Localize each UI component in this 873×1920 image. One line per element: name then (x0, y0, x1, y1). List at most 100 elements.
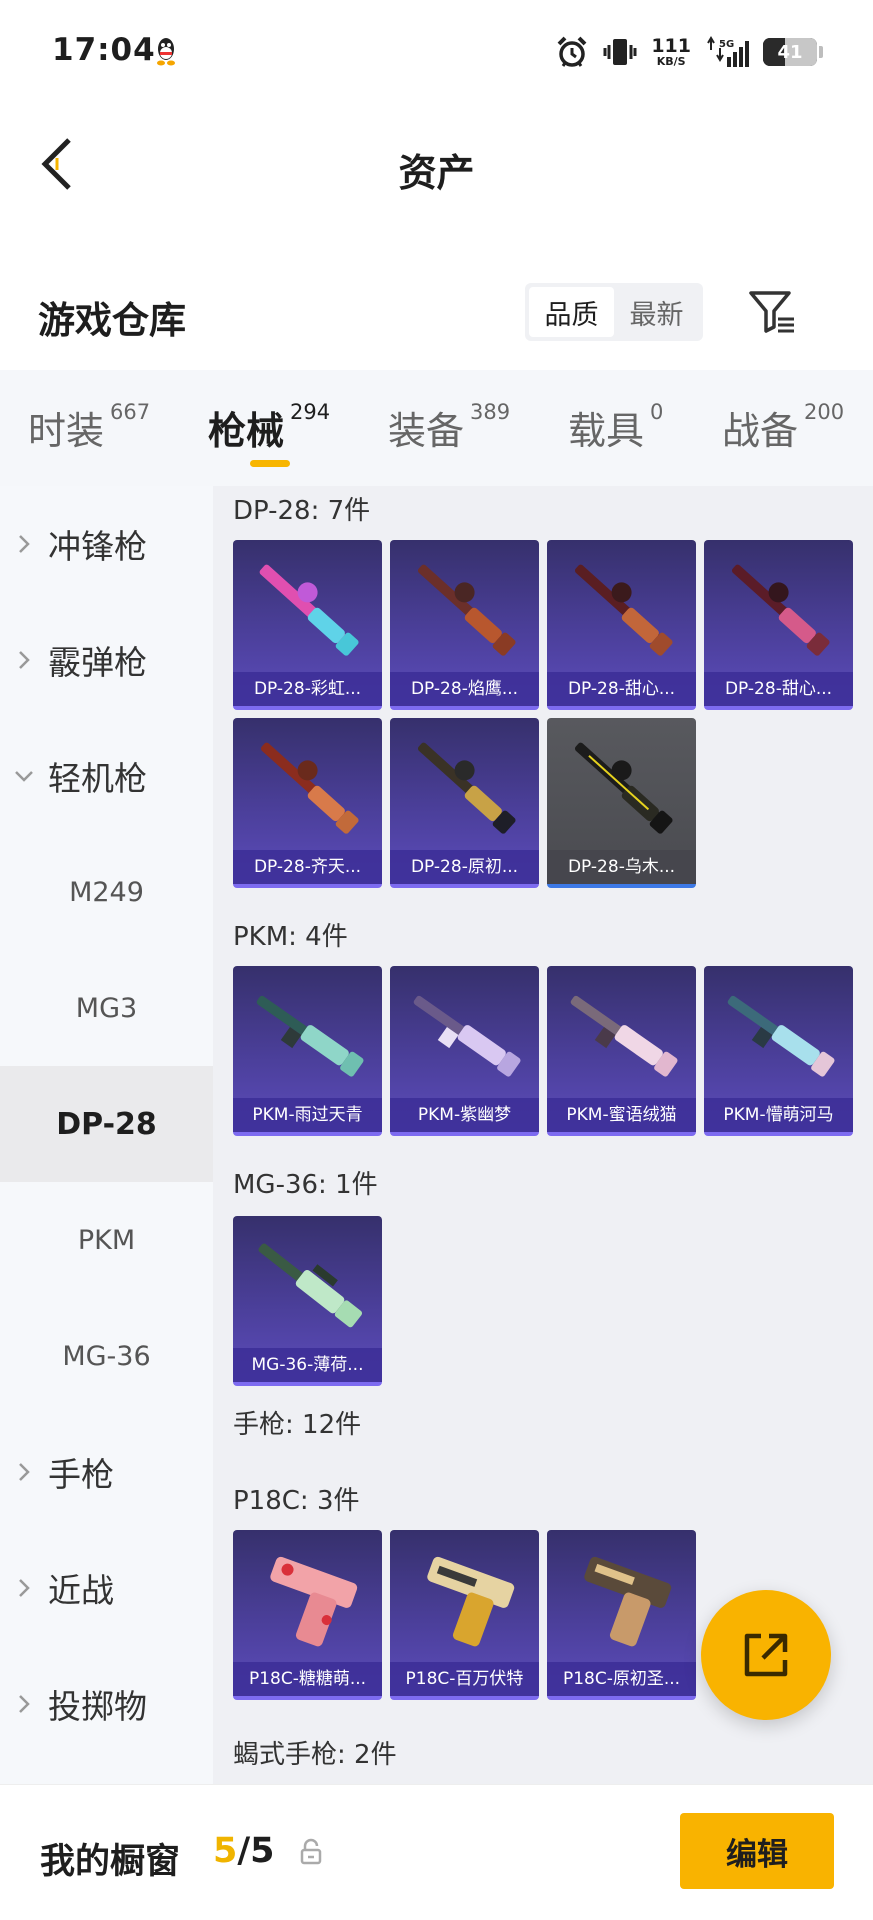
sidebar-item-label: PKM (77, 1224, 136, 1256)
group-label-dp28: DP-28: 7件 (233, 496, 371, 526)
item-card[interactable]: DP-28-乌木... (547, 718, 696, 888)
showcase-count: 5/5 (213, 1831, 275, 1871)
item-card[interactable]: P18C-糖糖萌... (233, 1530, 382, 1700)
item-card[interactable]: DP-28-原初... (390, 718, 539, 888)
pistol-skin-image (427, 1556, 515, 1647)
sidebar-item-label: 手枪 (48, 1455, 114, 1494)
sidebar-subitem-pkm[interactable]: PKM (0, 1182, 213, 1298)
sidebar-item-label: M249 (69, 876, 144, 908)
item-name: MG-36-薄荷... (233, 1348, 382, 1382)
chevron-down-icon (15, 771, 33, 782)
sidebar-item-smg[interactable]: 冲锋枪 (0, 486, 213, 602)
tab-count: 294 (290, 400, 331, 424)
sidebar-item-label: 近战 (48, 1571, 114, 1610)
tab-count: 667 (110, 400, 151, 424)
item-name: DP-28-甜心... (704, 672, 853, 706)
item-name: DP-28-乌木... (547, 850, 696, 884)
item-card[interactable]: PKM-雨过天青 (233, 966, 382, 1136)
showcase-current: 5 (213, 1831, 238, 1871)
group-label-pistol: 手枪: 12件 (233, 1410, 362, 1440)
group-label-p18c: P18C: 3件 (233, 1486, 360, 1516)
tab-vehicles[interactable]: 载具 0 (568, 400, 663, 455)
sidebar-item-label: 投掷物 (48, 1687, 147, 1726)
item-card[interactable]: DP-28-焰鹰... (390, 540, 539, 710)
tab-fashion[interactable]: 时装 667 (28, 400, 150, 455)
page-title: 资产 (398, 151, 475, 195)
item-name: DP-28-原初... (390, 850, 539, 884)
tab-label: 战备 (722, 409, 799, 453)
qq-icon (157, 38, 175, 66)
net-speed-value: 111 (651, 35, 691, 57)
group-label-skorpion: 蝎式手枪: 2件 (233, 1740, 397, 1770)
sidebar-subitem-dp28[interactable]: DP-28 (0, 1066, 213, 1182)
net-speed-unit: KB/S (656, 55, 686, 68)
weapon-type-sidebar: 冲锋枪 霰弹枪 轻机枪 M249 MG3 DP-28 PKM MG-36 手枪 … (0, 486, 213, 1784)
sidebar-item-label: 轻机枪 (48, 759, 147, 798)
item-name: PKM-懵萌河马 (704, 1098, 853, 1132)
category-tabs: 时装 667 枪械 294 装备 389 载具 0 战备 200 (0, 370, 873, 486)
lmg-skin-image (413, 995, 521, 1077)
warehouse-header: 游戏仓库 品质 最新 (0, 268, 873, 358)
item-card[interactable]: MG-36-薄荷... (233, 1216, 382, 1386)
share-external-icon (744, 1633, 788, 1677)
sidebar-item-label: 霰弹枪 (48, 643, 147, 682)
item-card[interactable]: PKM-懵萌河马 (704, 966, 853, 1136)
showcase-label: 我的橱窗 (40, 1842, 181, 1882)
item-card[interactable]: PKM-紫幽梦 (390, 966, 539, 1136)
item-card[interactable]: DP-28-甜心... (704, 540, 853, 710)
sort-option-newest[interactable]: 最新 (614, 287, 699, 337)
sidebar-subitem-m249[interactable]: M249 (0, 834, 213, 950)
sidebar-subitem-mg3[interactable]: MG3 (0, 950, 213, 1066)
tab-equipment[interactable]: 装备 389 (388, 400, 510, 455)
item-grid: DP-28: 7件 DP-28-彩虹... DP-28-焰鹰... DP-28-… (213, 486, 873, 1784)
sidebar-item-melee[interactable]: 近战 (0, 1530, 213, 1646)
tab-guns[interactable]: 枪械 294 (208, 400, 330, 455)
item-name: PKM-蜜语绒猫 (547, 1098, 696, 1132)
lmg-skin-image (731, 564, 830, 656)
filter-icon (749, 291, 794, 333)
warehouse-title: 游戏仓库 (38, 299, 186, 342)
status-time: 17:04 (52, 32, 156, 68)
showcase-total: 5 (250, 1831, 275, 1871)
tab-label: 时装 (28, 409, 105, 453)
tab-supplies[interactable]: 战备 200 (722, 400, 844, 455)
pistol-skin-image (270, 1556, 358, 1647)
chevron-right-icon (19, 1463, 30, 1481)
item-name: PKM-雨过天青 (233, 1098, 382, 1132)
filter-button[interactable] (744, 284, 800, 340)
tab-label: 装备 (388, 409, 465, 453)
battery-level: 41 (777, 41, 803, 63)
sort-option-quality[interactable]: 品质 (529, 287, 614, 337)
status-bar: 17:04 111 KB/S 5G 41 (0, 0, 873, 104)
item-card[interactable]: DP-28-甜心... (547, 540, 696, 710)
item-name: P18C-百万伏特 (390, 1662, 539, 1696)
tab-count: 200 (804, 400, 845, 424)
lmg-skin-image (256, 995, 364, 1077)
item-name: DP-28-彩虹... (233, 672, 382, 706)
tab-label: 载具 (568, 409, 645, 453)
edit-button[interactable]: 编辑 (680, 1813, 834, 1889)
sidebar-item-throwable[interactable]: 投掷物 (0, 1646, 213, 1762)
network-speed: 111 KB/S (651, 35, 691, 68)
lock-icon[interactable] (298, 1837, 324, 1867)
item-card[interactable]: P18C-原初圣... (547, 1530, 696, 1700)
showcase-separator: / (237, 1831, 251, 1871)
network-type: 5G (719, 39, 734, 50)
item-name: DP-28-甜心... (547, 672, 696, 706)
nav-bar: 资产 (0, 104, 873, 224)
item-card[interactable]: DP-28-彩虹... (233, 540, 382, 710)
item-name: P18C-糖糖萌... (233, 1662, 382, 1696)
sidebar-item-shotgun[interactable]: 霰弹枪 (0, 602, 213, 718)
sidebar-subitem-mg36[interactable]: MG-36 (0, 1298, 213, 1414)
sidebar-item-pistol[interactable]: 手枪 (0, 1414, 213, 1530)
chevron-right-icon (19, 651, 30, 669)
item-card[interactable]: P18C-百万伏特 (390, 1530, 539, 1700)
item-card[interactable]: PKM-蜜语绒猫 (547, 966, 696, 1136)
sidebar-item-label: DP-28 (56, 1106, 157, 1142)
share-button[interactable] (701, 1590, 831, 1720)
sidebar-item-label: MG3 (75, 992, 138, 1024)
sidebar-item-lmg[interactable]: 轻机枪 (0, 718, 213, 834)
lmg-skin-image (574, 564, 673, 656)
item-card[interactable]: DP-28-齐天... (233, 718, 382, 888)
lmg-skin-image (417, 742, 516, 834)
